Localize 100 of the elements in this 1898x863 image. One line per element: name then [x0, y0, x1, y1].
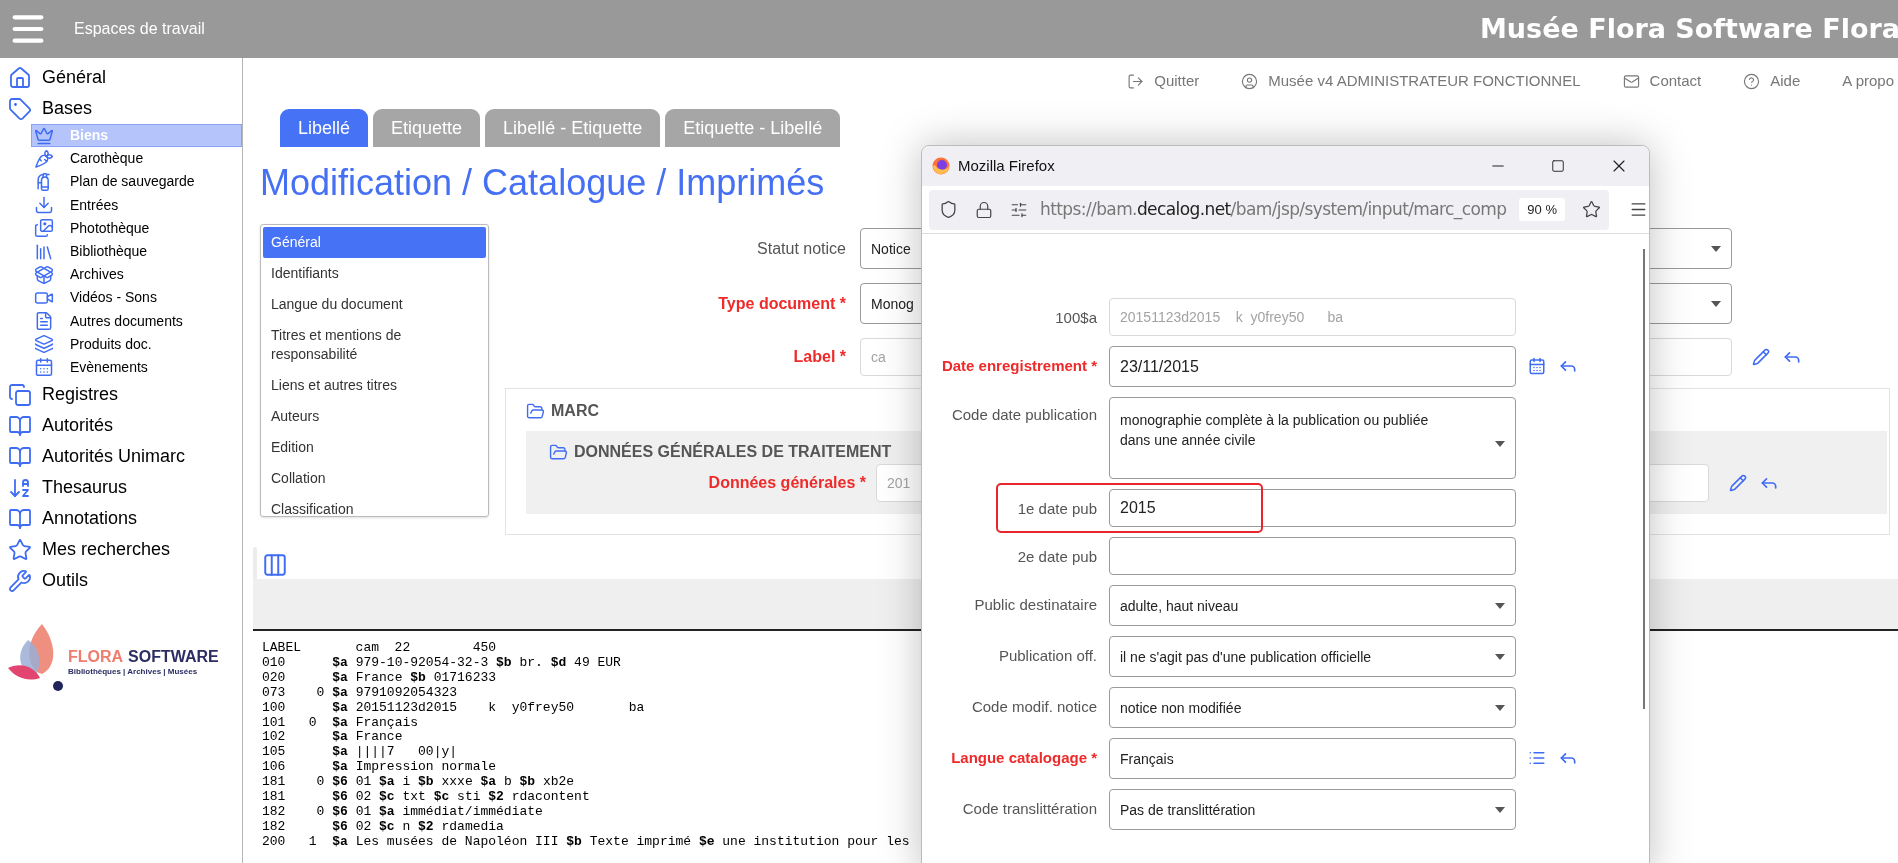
logo-wordmark: SOFTWARE — [128, 648, 219, 667]
pencil-icon[interactable] — [1729, 474, 1747, 492]
house-icon — [8, 65, 32, 90]
tag-icon — [8, 96, 32, 121]
input-field[interactable]: 2015 — [1109, 489, 1516, 527]
header-link[interactable]: Aide — [1770, 69, 1801, 93]
section-menu-item[interactable]: Général — [263, 227, 486, 258]
sidebar-item[interactable]: Autorités Unimarc — [0, 441, 242, 473]
stacked-pages-icon — [8, 382, 32, 407]
list-icon[interactable] — [1528, 749, 1546, 767]
sidebar-subitem[interactable]: Photothèque — [31, 216, 242, 240]
section-menu-item[interactable]: Edition — [263, 432, 486, 463]
sidebar-item[interactable]: Autorités — [0, 410, 242, 442]
calendar-icon[interactable] — [1528, 357, 1546, 375]
address-bar[interactable]: https://bam.decalog.net/bam/jsp/system/input/marc_comp 90 % — [929, 189, 1609, 230]
sidebar-subitem[interactable]: Entrées — [31, 193, 242, 217]
columns-icon[interactable] — [262, 552, 288, 578]
section-menu-item[interactable]: Classification — [263, 494, 486, 516]
zoom-badge[interactable]: 90 % — [1519, 197, 1565, 222]
help-icon[interactable] — [1743, 72, 1761, 90]
marc-line: 181 $6 02 $c txt $c sti $2 rdacontent — [262, 790, 590, 805]
section-menu-item[interactable]: Collation — [263, 463, 486, 494]
menu-icon[interactable] — [1629, 200, 1648, 219]
logo-wordmark: FLORA — [68, 648, 124, 667]
field-label: Code date publication — [950, 405, 1098, 425]
sidebar-item[interactable]: Outils — [0, 565, 242, 597]
dropdown-caret-icon — [1711, 300, 1721, 307]
marc-line: 181 0 $6 01 $a i $b xxxe $a b $b xb2e — [262, 775, 575, 791]
marc-line: 106 $a Impression normale — [262, 760, 497, 776]
section-heading: MARC — [551, 401, 599, 421]
calendar-icon — [34, 357, 54, 378]
header-link[interactable]: A propo — [1842, 69, 1894, 93]
shield-icon[interactable] — [939, 200, 958, 219]
folder-icon — [526, 401, 545, 421]
header-link[interactable]: Contact — [1649, 69, 1702, 93]
header-link[interactable]: Musée v4 ADMINISTRATEUR FONCTIONNEL — [1268, 69, 1581, 93]
header-link[interactable]: Quitter — [1154, 69, 1200, 93]
sidebar-subitem[interactable]: Plan de sauvegarde — [31, 170, 242, 194]
marc-line: 200 1 $a Les musées de Napoléon III $b Texte imprimé $e une institution pour les — [262, 834, 910, 850]
star-icon — [8, 537, 32, 562]
sidebar-subitem[interactable]: Vidéos - Sons — [31, 286, 242, 310]
dropdown-field[interactable]: notice non modifiée — [1109, 687, 1516, 728]
field-label: Type document * — [717, 293, 847, 314]
sidebar-item[interactable]: Général — [0, 62, 242, 93]
sidebar-item[interactable]: Mes recherches — [0, 534, 242, 566]
dropdown-caret-icon — [1495, 441, 1505, 447]
dropdown-field[interactable]: il ne s'agit pas d'une publication officielle — [1109, 636, 1516, 677]
sidebar-subitem[interactable]: Carothèque — [31, 147, 242, 171]
mail-icon[interactable] — [1622, 72, 1640, 90]
marc-line: 020 $a France $b 01716233 — [262, 670, 497, 686]
sidebar-item[interactable]: Annotations — [0, 503, 242, 535]
open-book-icon — [8, 413, 32, 438]
dropdown-field[interactable]: adulte, haut niveau — [1109, 585, 1516, 626]
field-label: Date enregistrement * — [940, 356, 1098, 376]
maximize-icon[interactable] — [1551, 159, 1565, 173]
sidebar-item[interactable]: Bases — [0, 93, 242, 124]
carrot-icon — [34, 148, 54, 169]
view-tab[interactable]: Libellé — [280, 109, 369, 147]
field-label: 100$a — [1054, 308, 1098, 328]
dropdown-field[interactable]: Pas de translittération — [1109, 789, 1516, 830]
sidebar-item[interactable]: Thesaurus — [0, 472, 242, 504]
input-field[interactable] — [1109, 537, 1516, 575]
marc-line: LABEL cam 22 450 — [262, 641, 497, 656]
section-heading: DONNÉES GÉNÉRALES DE TRAITEMENT — [574, 441, 892, 462]
user-icon[interactable] — [1241, 72, 1259, 90]
section-menu-item[interactable]: Auteurs — [263, 401, 486, 432]
section-menu-item[interactable]: Titres et mentions de responsabilité — [263, 320, 486, 370]
field-label: 1e date pub — [1016, 499, 1098, 519]
sidebar-subitem[interactable]: Produits doc. — [31, 332, 242, 356]
field-label: Langue catalogage * — [950, 748, 1098, 768]
app-title: Musée Flora Software Flora — [1480, 11, 1898, 46]
section-menu-item[interactable]: Identifiants — [263, 258, 486, 289]
marc-line: 105 $a ||||7 00|y| — [262, 745, 458, 761]
field-label: Label * — [792, 347, 847, 367]
marc-line: 182 0 $6 01 $a immédiat/immédiate — [262, 804, 543, 820]
sidebar-subitem[interactable]: Autres documents — [31, 309, 242, 333]
exit-icon[interactable] — [1127, 72, 1145, 90]
dropdown-caret-icon — [1495, 704, 1505, 711]
open-box-icon — [34, 264, 54, 285]
input-field[interactable]: Français — [1109, 738, 1516, 779]
marc-line: 101 0 $a Français — [262, 715, 419, 731]
star-icon[interactable] — [1582, 200, 1601, 219]
sidebar-subitem[interactable]: Evènements — [31, 355, 242, 380]
lock-icon[interactable] — [975, 200, 993, 219]
sidebar-item[interactable]: Registres — [0, 379, 242, 411]
pencil-icon[interactable] — [1752, 348, 1770, 366]
download-tray-icon — [34, 195, 54, 216]
dropdown-field[interactable]: monographie complète à la publication ou publiée dans une année civile — [1109, 397, 1516, 479]
marc-line: 073 0 $a 9791092054323 — [262, 685, 458, 701]
section-menu-item[interactable]: Liens et autres titres — [263, 370, 486, 401]
section-menu-item[interactable]: Langue du document — [263, 289, 486, 320]
browser-logo-icon — [932, 157, 950, 175]
stack-icon — [34, 334, 54, 355]
marc-line: 182 $6 02 $c n $2 rdamedia — [262, 819, 504, 835]
sidebar-subitem[interactable]: Bibliothèque — [31, 239, 242, 264]
sliders-icon[interactable] — [1010, 200, 1028, 219]
input-field[interactable]: 23/11/2015 — [1109, 346, 1516, 387]
field-label: 2e date pub — [1016, 547, 1098, 567]
sidebar-subitem[interactable]: Archives — [31, 263, 242, 287]
dropdown-caret-icon — [1495, 653, 1505, 660]
